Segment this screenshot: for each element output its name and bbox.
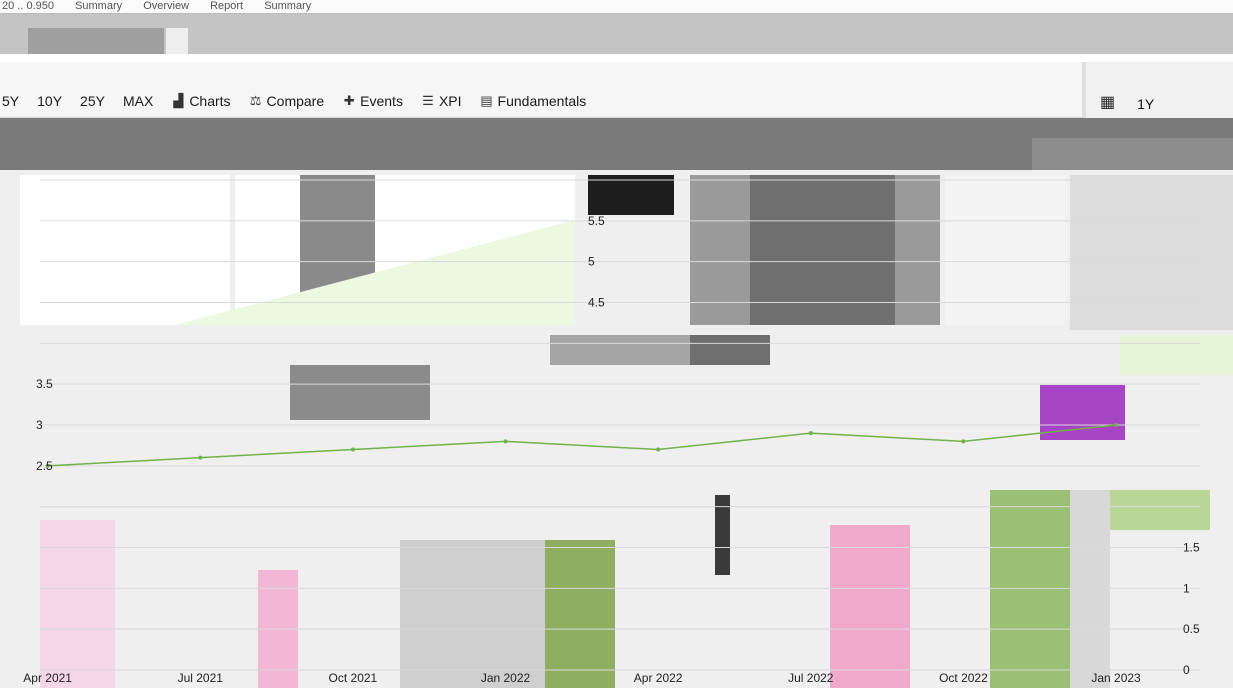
backdrop-panel — [990, 490, 1070, 688]
header-panel — [1032, 138, 1233, 170]
y-tick-label: 5 — [588, 255, 595, 269]
indicator-icon: ☰ — [422, 93, 434, 108]
y-tick-label: 5.5 — [588, 214, 605, 228]
backdrop-panel — [400, 540, 550, 688]
range-button-5y[interactable]: 5Y — [2, 93, 19, 109]
series-point — [808, 431, 813, 436]
tab-inactive[interactable] — [166, 28, 188, 54]
series-line — [47, 424, 1117, 467]
compare-button[interactable]: ⚖ Compare — [249, 93, 325, 109]
y-tick-label: 1 — [1183, 581, 1190, 595]
y-tick-label: 3.5 — [36, 377, 53, 391]
backdrop-panel — [550, 335, 690, 365]
y-tick-label: 3 — [36, 418, 43, 432]
y-tick-label: 2.5 — [36, 459, 53, 473]
chart-svg: Apr 2021 Jul 2021 Oct 2021 Jan 2022 Apr 2022… — [20, 175, 1233, 688]
toolbar-right-group: ▦ 1Y — [1086, 62, 1233, 118]
backdrop-panel — [830, 525, 910, 688]
fundamentals-label: Fundamentals — [497, 93, 587, 109]
compare-icon: ⚖ — [249, 93, 262, 108]
x-tick-label: Jul 2022 — [788, 671, 834, 685]
events-label: Events — [360, 93, 403, 109]
chart-area[interactable]: Apr 2021 Jul 2021 Oct 2021 Jan 2022 Apr 2022… — [0, 170, 1233, 688]
tab-active[interactable] — [28, 28, 164, 54]
series-point — [961, 439, 966, 444]
y-tick-label: 0.5 — [1183, 622, 1200, 636]
backdrop-panel — [588, 175, 674, 215]
period-selector[interactable]: 1Y — [1137, 96, 1154, 112]
y-tick-label: 4.5 — [588, 296, 605, 310]
backdrop-panel — [290, 365, 430, 420]
x-tick-label: Jan 2022 — [481, 671, 531, 685]
toolbar-row: 5Y 10Y 25Y MAX ▟ Charts ⚖ Compare ✚ Even… — [0, 88, 1233, 114]
events-icon: ✚ — [343, 93, 355, 108]
range-button-max[interactable]: MAX — [123, 93, 153, 109]
fundamentals-button[interactable]: ▤ Fundamentals — [480, 93, 587, 109]
charts-button[interactable]: ▟ Charts — [171, 93, 230, 109]
indicator-button[interactable]: ☰ XPI — [421, 93, 462, 109]
x-tick-label: Jul 2021 — [178, 671, 224, 685]
chart-icon: ▟ — [173, 93, 184, 108]
backdrop-panel — [1120, 335, 1233, 375]
chart-series-layer — [45, 423, 1119, 468]
chart-header-band — [0, 118, 1233, 170]
series-point — [350, 447, 355, 452]
chart-toolbar: 5Y 10Y 25Y MAX ▟ Charts ⚖ Compare ✚ Even… — [0, 62, 1233, 118]
backdrop-panel — [545, 540, 615, 688]
range-button-10y[interactable]: 10Y — [37, 93, 62, 109]
indicator-label: XPI — [438, 93, 462, 109]
title-item[interactable]: Overview — [143, 0, 189, 12]
series-point — [198, 455, 203, 460]
title-item[interactable]: Report — [210, 0, 243, 12]
fundamentals-icon: ▤ — [480, 93, 493, 108]
window-title-strip: 20 .. 0.950 Summary Overview Report Summ… — [0, 0, 1233, 14]
title-item[interactable]: Summary — [264, 0, 311, 12]
range-button-25y[interactable]: 25Y — [80, 93, 105, 109]
backdrop-panel — [690, 335, 770, 365]
y-tick-label: 1.5 — [1183, 541, 1200, 555]
title-item: 20 .. 0.950 — [2, 0, 54, 12]
charts-label: Charts — [189, 93, 231, 109]
x-tick-label: Jan 2023 — [1091, 671, 1141, 685]
series-point — [1114, 423, 1119, 427]
compare-label: Compare — [266, 93, 325, 109]
events-button[interactable]: ✚ Events — [342, 93, 403, 109]
tab-bar — [0, 14, 1233, 54]
backdrop-panel — [40, 520, 115, 688]
y-tick-label: 0 — [1183, 663, 1190, 677]
x-tick-label: Oct 2022 — [939, 671, 988, 685]
x-tick-label: Apr 2021 — [23, 671, 72, 685]
x-tick-label: Oct 2021 — [329, 671, 378, 685]
backdrop-panel — [1070, 490, 1110, 688]
backdrop-panel — [1070, 175, 1233, 330]
backdrop-panel — [1110, 490, 1210, 530]
calendar-icon[interactable]: ▦ — [1100, 92, 1115, 112]
series-point — [656, 447, 661, 452]
series-point — [503, 439, 508, 444]
title-item[interactable]: Summary — [75, 0, 122, 12]
x-tick-label: Apr 2022 — [634, 671, 683, 685]
